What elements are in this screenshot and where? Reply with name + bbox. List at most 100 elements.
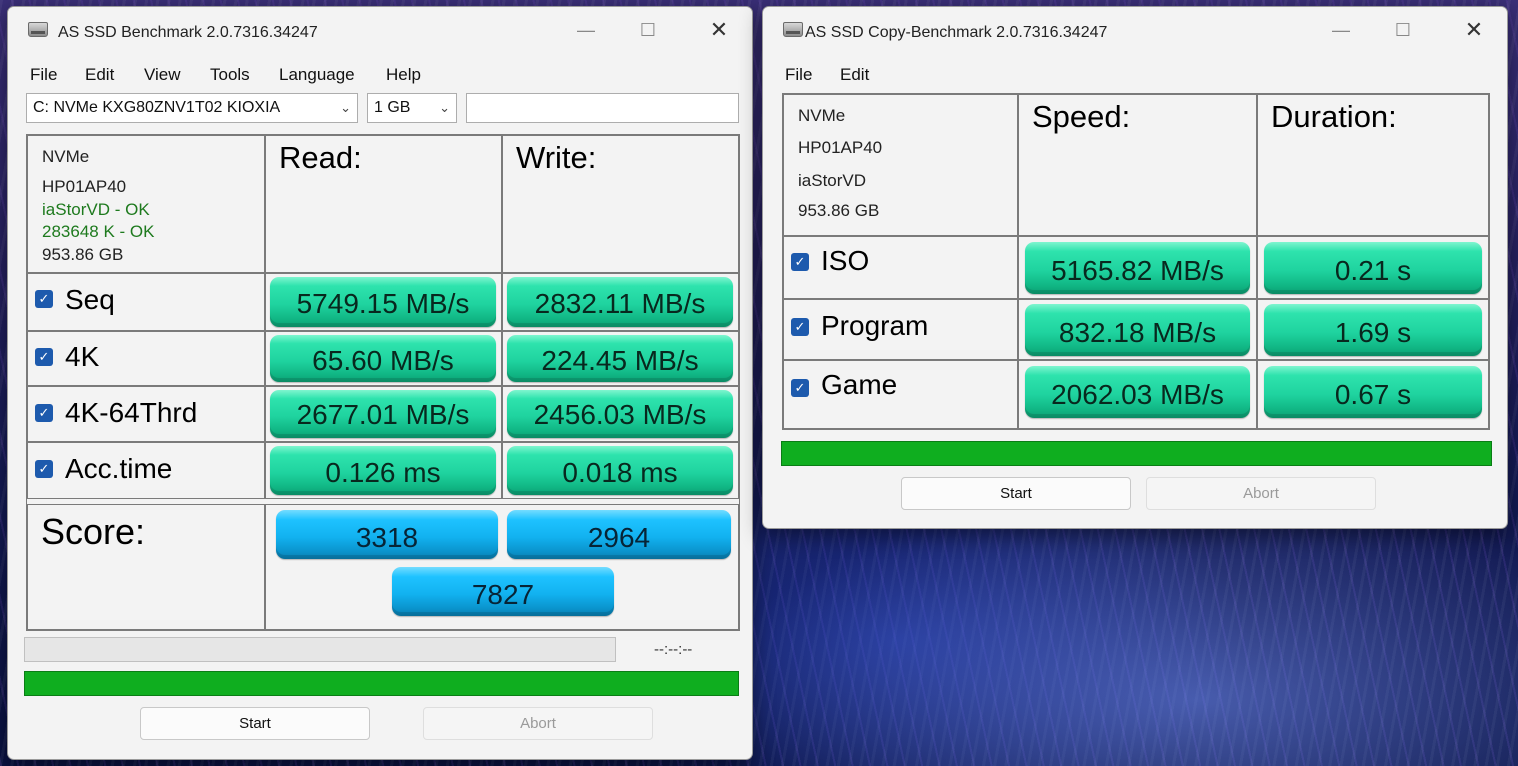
abort-button[interactable]: Abort	[1146, 477, 1376, 510]
program-label: Program	[821, 310, 929, 341]
4k-64thrd-checkbox[interactable]: ✓	[35, 404, 53, 422]
window-title: AS SSD Copy-Benchmark 2.0.7316.34247	[805, 24, 1108, 41]
drive-icon	[28, 22, 48, 37]
4k-write-cell: 224.45 MB/s	[502, 331, 739, 386]
info-type: NVMe	[798, 106, 846, 125]
4k-64thrd-read-cell: 2677.01 MB/s	[265, 386, 502, 442]
iso-speed-cell: 5165.82 MB/s	[1018, 236, 1257, 299]
info-alignment: 283648 K - OK	[42, 222, 155, 241]
game-checkbox[interactable]: ✓	[791, 379, 809, 397]
read-header: Read:	[265, 135, 502, 273]
minimize-icon[interactable]: —	[1318, 15, 1364, 45]
info-capacity: 953.86 GB	[42, 245, 124, 264]
speed-header: Speed:	[1018, 94, 1257, 236]
program-duration-value: 1.69 s	[1264, 304, 1482, 356]
iso-label: ISO	[821, 245, 870, 276]
menu-bar: File Edit	[763, 59, 1507, 89]
game-duration-cell: 0.67 s	[1257, 360, 1489, 429]
drive-select[interactable]: C: NVMe KXG80ZNV1T02 KIOXIA ⌄	[26, 93, 358, 123]
menu-file[interactable]: File	[30, 65, 57, 85]
seq-label: Seq	[65, 284, 115, 315]
row-game: ✓ Game	[783, 360, 1018, 429]
game-label: Game	[821, 369, 898, 400]
start-button[interactable]: Start	[901, 477, 1131, 510]
4k-read-value: 65.60 MB/s	[270, 335, 496, 382]
chevron-down-icon: ⌄	[439, 100, 450, 115]
seq-read-value: 5749.15 MB/s	[270, 277, 496, 327]
program-speed-value: 832.18 MB/s	[1025, 304, 1250, 356]
score-write-value: 2964	[507, 510, 731, 559]
acc-time-checkbox[interactable]: ✓	[35, 460, 53, 478]
4k-64thrd-write-value: 2456.03 MB/s	[507, 390, 733, 438]
score-label-cell: Score:	[27, 504, 265, 630]
info-capacity: 953.86 GB	[798, 201, 880, 220]
close-icon[interactable]: ✕	[696, 15, 742, 45]
iso-duration-cell: 0.21 s	[1257, 236, 1489, 299]
menu-view[interactable]: View	[144, 65, 181, 85]
write-header-label: Write:	[516, 140, 597, 175]
game-speed-cell: 2062.03 MB/s	[1018, 360, 1257, 429]
info-firmware: HP01AP40	[798, 138, 883, 157]
duration-header: Duration:	[1257, 94, 1489, 236]
program-speed-cell: 832.18 MB/s	[1018, 299, 1257, 360]
menu-language[interactable]: Language	[279, 65, 355, 85]
program-checkbox[interactable]: ✓	[791, 318, 809, 336]
4k-64thrd-write-cell: 2456.03 MB/s	[502, 386, 739, 442]
info-firmware: HP01AP40	[42, 177, 127, 196]
minimize-icon[interactable]: —	[563, 15, 609, 45]
drive-icon	[783, 22, 803, 37]
menu-edit[interactable]: Edit	[840, 65, 869, 85]
iso-duration-value: 0.21 s	[1264, 242, 1482, 294]
maximize-icon[interactable]: ☐	[625, 15, 671, 45]
score-read-value: 3318	[276, 510, 498, 559]
iso-checkbox[interactable]: ✓	[791, 253, 809, 271]
game-speed-value: 2062.03 MB/s	[1025, 366, 1250, 418]
size-select[interactable]: 1 GB ⌄	[367, 93, 457, 123]
program-duration-cell: 1.69 s	[1257, 299, 1489, 360]
seq-read-cell: 5749.15 MB/s	[265, 273, 502, 331]
elapsed-timer: --:--:--	[654, 641, 693, 658]
total-progress-bar	[24, 671, 739, 696]
acc-time-read-cell: 0.126 ms	[265, 442, 502, 499]
acc-time-write-value: 0.018 ms	[507, 446, 733, 495]
row-iso: ✓ ISO	[783, 236, 1018, 299]
4k-checkbox[interactable]: ✓	[35, 348, 53, 366]
4k-write-value: 224.45 MB/s	[507, 335, 733, 382]
info-type: NVMe	[42, 147, 90, 166]
info-driver: iaStorVD	[798, 171, 867, 190]
menu-edit[interactable]: Edit	[85, 65, 114, 85]
drive-select-value: C: NVMe KXG80ZNV1T02 KIOXIA	[33, 99, 281, 116]
size-select-value: 1 GB	[374, 99, 411, 116]
iso-speed-value: 5165.82 MB/s	[1025, 242, 1250, 294]
row-program: ✓ Program	[783, 299, 1018, 360]
status-field[interactable]	[466, 93, 739, 123]
maximize-icon[interactable]: ☐	[1380, 15, 1426, 45]
abort-button[interactable]: Abort	[423, 707, 653, 740]
copy-results-grid: NVMe HP01AP40 iaStorVD 953.86 GB Speed: …	[782, 93, 1490, 430]
duration-header-label: Duration:	[1271, 99, 1397, 134]
game-duration-value: 0.67 s	[1264, 366, 1482, 418]
seq-checkbox[interactable]: ✓	[35, 290, 53, 308]
score-label: Score:	[41, 511, 146, 552]
menu-help[interactable]: Help	[386, 65, 421, 85]
menu-tools[interactable]: Tools	[210, 65, 250, 85]
window-title: AS SSD Benchmark 2.0.7316.34247	[58, 24, 318, 41]
start-button[interactable]: Start	[140, 707, 370, 740]
menu-bar: File Edit View Tools Language Help	[8, 59, 752, 89]
4k-label: 4K	[65, 341, 100, 372]
title-bar[interactable]: AS SSD Benchmark 2.0.7316.34247 — ☐ ✕	[8, 7, 752, 51]
drive-info: NVMe HP01AP40 iaStorVD - OK 283648 K - O…	[27, 135, 265, 273]
benchmark-window: AS SSD Benchmark 2.0.7316.34247 — ☐ ✕ Fi…	[7, 6, 753, 760]
menu-file[interactable]: File	[785, 65, 812, 85]
close-icon[interactable]: ✕	[1451, 15, 1497, 45]
row-4k-64thrd: ✓ 4K-64Thrd	[27, 386, 265, 442]
4k-64thrd-read-value: 2677.01 MB/s	[270, 390, 496, 438]
title-bar[interactable]: AS SSD Copy-Benchmark 2.0.7316.34247 — ☐…	[763, 7, 1507, 51]
info-driver: iaStorVD - OK	[42, 200, 150, 219]
chevron-down-icon: ⌄	[340, 100, 351, 115]
speed-header-label: Speed:	[1032, 99, 1131, 134]
score-values-cell: 3318 2964 7827	[265, 504, 739, 630]
acc-time-read-value: 0.126 ms	[270, 446, 496, 495]
row-acc-time: ✓ Acc.time	[27, 442, 265, 499]
write-header: Write:	[502, 135, 739, 273]
